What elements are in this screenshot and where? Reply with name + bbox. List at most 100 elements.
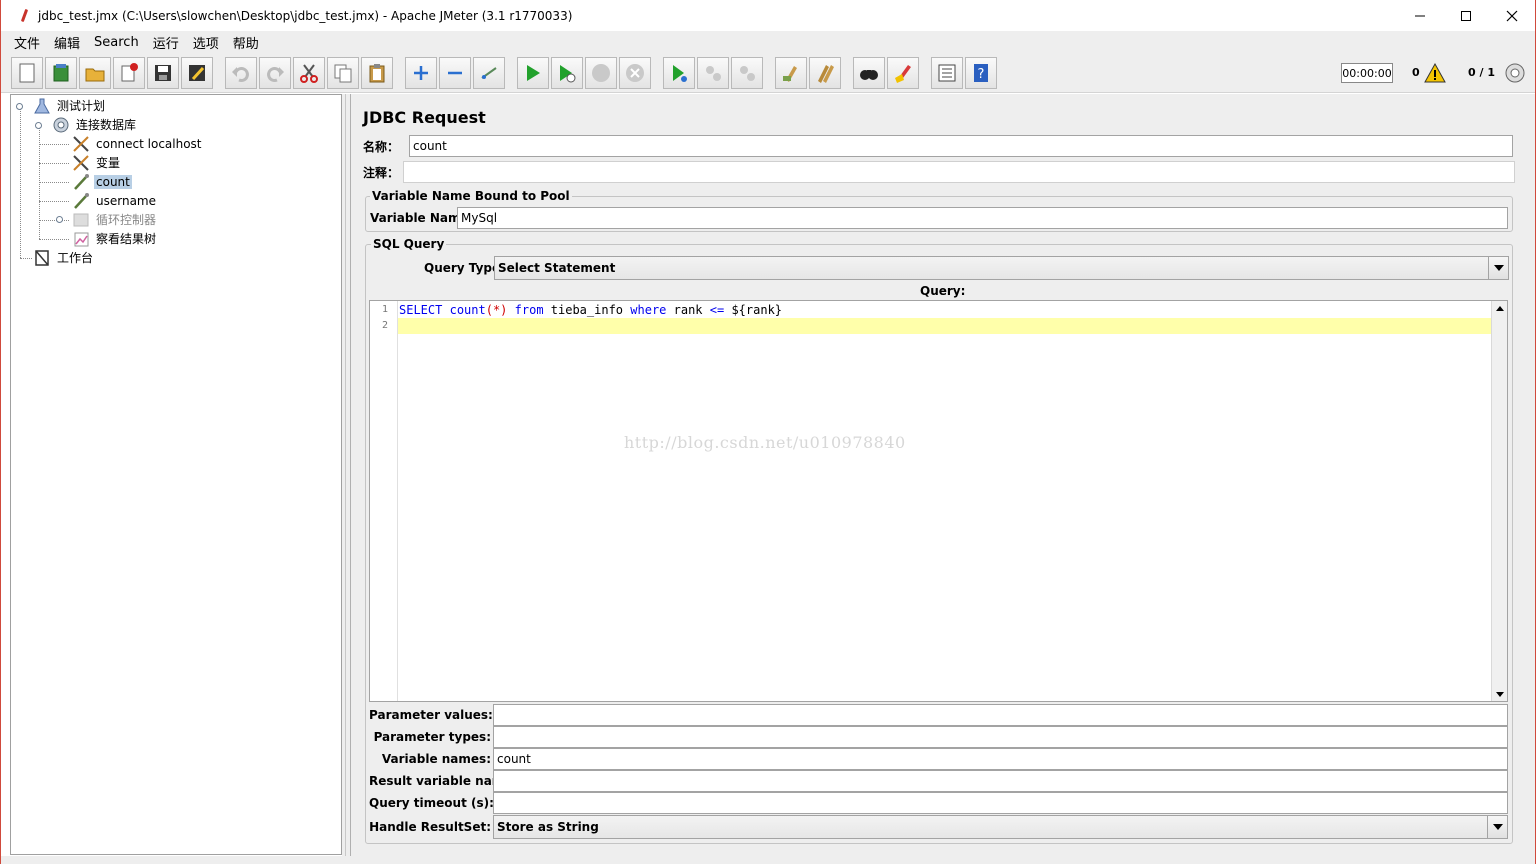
remote-start-icon [673, 65, 687, 82]
menu-help[interactable]: 帮助 [226, 33, 266, 52]
function-helper-icon [938, 64, 956, 82]
parameter-types-label: Parameter types: [373, 730, 491, 744]
thread-group-icon [52, 116, 70, 134]
query-type-select[interactable]: Select Statement [494, 256, 1509, 280]
redo-button[interactable] [259, 57, 291, 89]
cut-button[interactable] [293, 57, 325, 89]
config-element-icon [72, 135, 90, 153]
remote-start-button[interactable] [663, 57, 695, 89]
start-no-pauses-button[interactable] [551, 57, 583, 89]
editor-scrollbar[interactable] [1491, 301, 1507, 701]
menu-edit[interactable]: 编辑 [47, 33, 87, 52]
result-variable-input[interactable] [493, 770, 1508, 792]
current-line-highlight [398, 318, 1492, 334]
parameter-values-input[interactable] [493, 704, 1508, 726]
open-button[interactable] [79, 57, 111, 89]
start-button[interactable] [517, 57, 549, 89]
remote-status-icon [1505, 63, 1525, 83]
comment-input[interactable] [403, 161, 1515, 183]
tree-toggle[interactable] [16, 103, 23, 110]
redo-icon [267, 67, 284, 82]
copy-button[interactable] [327, 57, 359, 89]
query-timeout-input[interactable] [493, 792, 1508, 814]
name-input[interactable]: count [409, 135, 1513, 157]
undo-button[interactable] [225, 57, 257, 89]
listener-icon [72, 230, 90, 248]
tree-toggle[interactable] [35, 122, 42, 129]
reset-search-icon [895, 65, 911, 83]
clear-all-icon [818, 65, 834, 83]
close-icon [1506, 10, 1518, 21]
collapse-icon [448, 71, 462, 75]
tree-connector [39, 239, 69, 240]
tree-item-connect-localhost[interactable]: connect localhost [72, 134, 204, 153]
variable-name-row: Variable Name: MySql [370, 207, 1508, 229]
new-icon [19, 63, 35, 83]
tree-item-loop-controller[interactable]: 循环控制器 [72, 210, 158, 229]
clear-icon [783, 66, 797, 82]
tree-item-view-results-tree[interactable]: 察看结果树 [72, 229, 158, 248]
toggle-button[interactable] [473, 57, 505, 89]
variable-name-input[interactable]: MySql [457, 207, 1508, 229]
chevron-down-icon[interactable] [1488, 257, 1508, 279]
tree-connector [20, 258, 32, 259]
scroll-up-icon[interactable] [1492, 301, 1507, 315]
open-icon [85, 68, 105, 82]
tree-toggle[interactable] [56, 216, 63, 223]
scroll-down-icon[interactable] [1492, 687, 1507, 701]
warning-icon[interactable] [1424, 63, 1446, 83]
menu-file[interactable]: 文件 [7, 33, 47, 52]
function-helper-button[interactable] [931, 57, 963, 89]
comment-row: 注释： [363, 161, 1515, 183]
menu-options[interactable]: 选项 [186, 33, 226, 52]
menu-run[interactable]: 运行 [146, 33, 186, 52]
save-button[interactable] [147, 57, 179, 89]
active-threads: 0 / 1 [1468, 66, 1495, 79]
remote-shutdown-button[interactable] [731, 57, 763, 89]
menu-search[interactable]: Search [87, 35, 146, 50]
save-icon [155, 65, 171, 81]
new-button[interactable] [11, 57, 43, 89]
tree-item-username[interactable]: username [72, 191, 158, 210]
paste-button[interactable] [361, 57, 393, 89]
copy-icon [334, 64, 352, 83]
help-button[interactable]: ? [965, 57, 997, 89]
chevron-down-icon[interactable] [1487, 816, 1507, 838]
expand-all-button[interactable] [405, 57, 437, 89]
handle-resultset-select[interactable]: Store as String [493, 815, 1508, 839]
sql-query-editor[interactable]: 1 2 SELECT count (*) from tieba_info wher… [369, 300, 1508, 702]
stop-button[interactable] [585, 57, 617, 89]
tree-item-workbench[interactable]: 工作台 [33, 248, 95, 267]
test-plan-tree[interactable]: 测试计划 连接数据库 connect localhost 变量 count us… [10, 94, 342, 855]
save-as-button[interactable] [181, 57, 213, 89]
remote-stop-button[interactable] [697, 57, 729, 89]
maximize-button[interactable] [1443, 0, 1489, 31]
parameter-values-label: Parameter values: [369, 708, 493, 722]
shutdown-button[interactable] [619, 57, 651, 89]
collapse-all-button[interactable] [439, 57, 471, 89]
title-bar[interactable]: jdbc_test.jmx (C:\Users\slowchen\Desktop… [1, 0, 1535, 31]
tree-item-variables[interactable]: 变量 [72, 153, 122, 172]
parameter-types-input[interactable] [493, 726, 1508, 748]
split-pane-divider[interactable] [342, 94, 350, 856]
controller-icon [72, 211, 90, 229]
clear-all-button[interactable] [809, 57, 841, 89]
templates-icon [53, 64, 69, 82]
parameter-types-row: Parameter types: [369, 726, 1508, 748]
search-button[interactable] [853, 57, 885, 89]
elapsed-timer: 00:00:00 [1341, 63, 1393, 83]
tree-item-thread-group[interactable]: 连接数据库 [52, 115, 138, 134]
variable-names-input[interactable]: count [493, 748, 1508, 770]
minimize-button[interactable] [1397, 0, 1443, 31]
tree-item-count[interactable]: count [72, 172, 132, 191]
clear-button[interactable] [775, 57, 807, 89]
close-button[interactable] [1489, 0, 1535, 31]
maximize-icon [1461, 10, 1471, 21]
warning-count: 0 [1412, 66, 1420, 79]
templates-button[interactable] [45, 57, 77, 89]
close-file-button[interactable] [113, 57, 145, 89]
jmeter-feather-icon [18, 8, 32, 24]
query-type-label: Query Type: [424, 261, 505, 275]
tree-item-test-plan[interactable]: 测试计划 [33, 96, 107, 115]
reset-search-button[interactable] [887, 57, 919, 89]
